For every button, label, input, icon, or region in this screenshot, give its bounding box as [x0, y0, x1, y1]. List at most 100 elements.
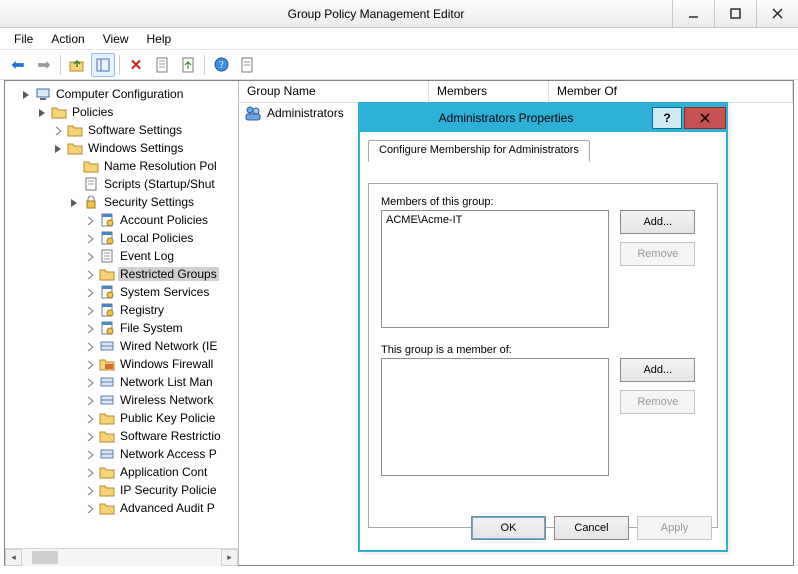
menu-view[interactable]: View [95, 30, 137, 48]
tree-item[interactable]: Application Cont [118, 465, 209, 479]
tree-item[interactable]: Wireless Network [118, 393, 215, 407]
col-group-name[interactable]: Group Name [239, 81, 429, 102]
node-icon [99, 410, 115, 426]
scroll-thumb[interactable] [32, 551, 58, 564]
col-members[interactable]: Members [429, 81, 549, 102]
expand-icon[interactable] [85, 359, 96, 370]
tree-root[interactable]: Computer Configuration [54, 87, 185, 101]
expand-icon[interactable] [85, 305, 96, 316]
cancel-button[interactable]: Cancel [554, 516, 629, 540]
expand-icon[interactable] [53, 125, 64, 136]
tree-item[interactable]: Account Policies [118, 213, 210, 227]
node-icon [99, 482, 115, 498]
collapse-icon[interactable] [21, 89, 32, 100]
delete-icon: ✕ [130, 56, 143, 74]
tree-item[interactable]: Windows Firewall [118, 357, 215, 371]
tree-nrp[interactable]: Name Resolution Pol [102, 159, 219, 173]
expand-icon[interactable] [85, 413, 96, 424]
ok-button[interactable]: OK [471, 516, 546, 540]
expand-icon[interactable] [85, 233, 96, 244]
tree-view[interactable]: Computer Configuration Policies Software… [5, 81, 238, 548]
expand-icon[interactable] [85, 449, 96, 460]
minimize-button[interactable] [672, 0, 714, 27]
scroll-left-button[interactable]: ◂ [5, 549, 22, 566]
close-button[interactable] [756, 0, 798, 27]
tree-item[interactable]: Advanced Audit P [118, 501, 217, 515]
tree-security-settings[interactable]: Security Settings [102, 195, 196, 209]
tree-item[interactable]: Restricted Groups [118, 267, 219, 281]
node-icon [99, 320, 115, 336]
refresh-button[interactable] [150, 53, 174, 77]
tree-item[interactable]: Registry [118, 303, 166, 317]
memberof-label: This group is a member of: [381, 344, 705, 356]
close-icon [700, 113, 710, 123]
menu-file[interactable]: File [6, 30, 41, 48]
expand-icon[interactable] [85, 341, 96, 352]
delete-button[interactable]: ✕ [124, 53, 148, 77]
tree-item[interactable]: File System [118, 321, 185, 335]
collapse-icon[interactable] [37, 107, 48, 118]
script-icon [83, 176, 99, 192]
scroll-track[interactable] [22, 549, 221, 566]
tree-item[interactable]: IP Security Policie [118, 483, 219, 497]
expand-icon[interactable] [85, 323, 96, 334]
menu-action[interactable]: Action [43, 30, 92, 48]
node-icon [99, 428, 115, 444]
tree-item[interactable]: Local Policies [118, 231, 195, 245]
tree-policies[interactable]: Policies [70, 105, 115, 119]
tree-item[interactable]: Software Restrictio [118, 429, 223, 443]
expand-icon[interactable] [85, 485, 96, 496]
dialog-close-button[interactable] [684, 107, 726, 129]
tree-item[interactable]: System Services [118, 285, 211, 299]
expand-icon[interactable] [85, 215, 96, 226]
help-button[interactable]: ? [209, 53, 233, 77]
forward-button[interactable]: ➡ [32, 53, 56, 77]
expand-icon[interactable] [85, 467, 96, 478]
scroll-right-button[interactable]: ▸ [221, 549, 238, 566]
export-button[interactable] [176, 53, 200, 77]
tree-item[interactable]: Network Access P [118, 447, 219, 461]
tree-scripts[interactable]: Scripts (Startup/Shut [102, 177, 217, 191]
tab-configure-membership[interactable]: Configure Membership for Administrators [368, 140, 590, 162]
up-button[interactable] [65, 53, 89, 77]
tree-item[interactable]: Wired Network (IE [118, 339, 219, 353]
toolbar: ⬅ ➡ ✕ ? [0, 50, 798, 80]
members-remove-button[interactable]: Remove [620, 242, 695, 266]
tree-hscrollbar[interactable]: ◂ ▸ [5, 548, 238, 565]
tree-windows-settings[interactable]: Windows Settings [86, 141, 185, 155]
expand-icon[interactable] [85, 431, 96, 442]
dialog-help-button[interactable]: ? [652, 107, 682, 129]
memberof-remove-button[interactable]: Remove [620, 390, 695, 414]
memberof-listbox[interactable] [381, 358, 609, 476]
expand-icon[interactable] [85, 377, 96, 388]
dialog-titlebar[interactable]: Administrators Properties ? [360, 104, 726, 132]
tree-item[interactable]: Event Log [118, 249, 176, 263]
expand-icon[interactable] [85, 287, 96, 298]
show-tree-button[interactable] [91, 53, 115, 77]
memberof-add-button[interactable]: Add... [620, 358, 695, 382]
back-button[interactable]: ⬅ [6, 53, 30, 77]
expand-icon[interactable] [85, 269, 96, 280]
properties-button[interactable] [235, 53, 259, 77]
menu-help[interactable]: Help [139, 30, 180, 48]
expand-icon[interactable] [85, 395, 96, 406]
list-item[interactable]: ACME\Acme-IT [386, 214, 604, 226]
expand-icon[interactable] [85, 503, 96, 514]
node-icon [99, 374, 115, 390]
apply-button[interactable]: Apply [637, 516, 712, 540]
tab-page: Members of this group: ACME\Acme-IT Add.… [368, 183, 718, 528]
members-add-button[interactable]: Add... [620, 210, 695, 234]
maximize-button[interactable] [714, 0, 756, 27]
folder-icon [67, 140, 83, 156]
tree-software-settings[interactable]: Software Settings [86, 123, 184, 137]
col-member-of[interactable]: Member Of [549, 81, 793, 102]
folder-up-icon [69, 57, 85, 73]
tree-item[interactable]: Public Key Policie [118, 411, 217, 425]
tree-item[interactable]: Network List Man [118, 375, 215, 389]
export-icon [181, 57, 195, 73]
expand-icon[interactable] [85, 251, 96, 262]
collapse-icon[interactable] [53, 143, 64, 154]
collapse-icon[interactable] [69, 197, 80, 208]
members-listbox[interactable]: ACME\Acme-IT [381, 210, 609, 328]
help-icon: ? [214, 57, 229, 72]
